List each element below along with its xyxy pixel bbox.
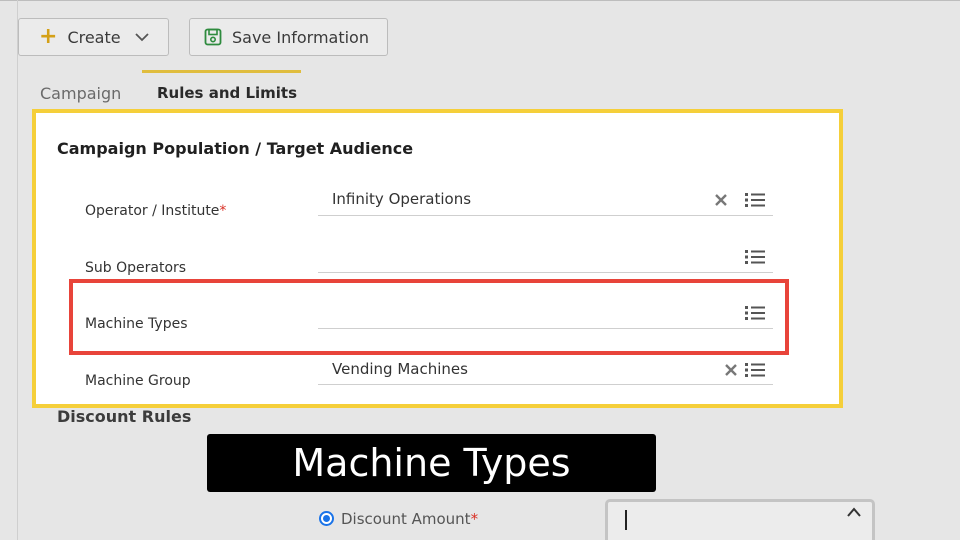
- create-button[interactable]: + Create: [18, 18, 169, 56]
- left-border: [17, 0, 18, 540]
- clear-icon[interactable]: [724, 363, 738, 377]
- operator-institute-field-underline: [318, 215, 773, 216]
- machine-types-highlight: [69, 279, 789, 355]
- machine-group-value[interactable]: Vending Machines: [332, 360, 468, 378]
- machine-group-label: Machine Group: [85, 373, 191, 389]
- top-border: [0, 0, 960, 1]
- required-marker: *: [470, 510, 479, 528]
- sub-operators-field-underline[interactable]: [318, 272, 773, 273]
- active-tab-indicator: [142, 70, 301, 73]
- discount-amount-radio[interactable]: [319, 511, 334, 526]
- chevron-down-icon[interactable]: [134, 30, 149, 44]
- save-information-label: Save Information: [232, 27, 369, 47]
- sub-operators-label: Sub Operators: [85, 260, 187, 276]
- machine-group-field-underline: [318, 384, 773, 385]
- tab-campaign[interactable]: Campaign: [40, 84, 121, 103]
- save-information-button[interactable]: Save Information: [189, 18, 388, 56]
- operator-institute-label: Operator / Institute*: [85, 203, 227, 219]
- list-icon[interactable]: [745, 192, 765, 208]
- section-title-population: Campaign Population / Target Audience: [57, 139, 414, 158]
- discount-amount-input[interactable]: [605, 499, 875, 540]
- list-icon[interactable]: [745, 249, 765, 265]
- chevron-up-icon[interactable]: [846, 506, 862, 518]
- section-title-discount-rules: Discount Rules: [57, 407, 192, 426]
- caption-overlay: Machine Types: [207, 434, 656, 492]
- plus-icon: +: [39, 24, 58, 49]
- create-button-label: Create: [67, 27, 121, 47]
- discount-amount-label: Discount Amount*: [341, 510, 479, 528]
- clear-icon[interactable]: [714, 193, 728, 207]
- required-marker: *: [219, 203, 227, 219]
- operator-institute-value[interactable]: Infinity Operations: [332, 190, 471, 208]
- text-cursor: [625, 510, 627, 530]
- list-icon[interactable]: [745, 362, 765, 378]
- radio-selected-dot: [323, 515, 330, 522]
- save-icon: [204, 28, 222, 46]
- tab-rules-and-limits[interactable]: Rules and Limits: [157, 84, 297, 102]
